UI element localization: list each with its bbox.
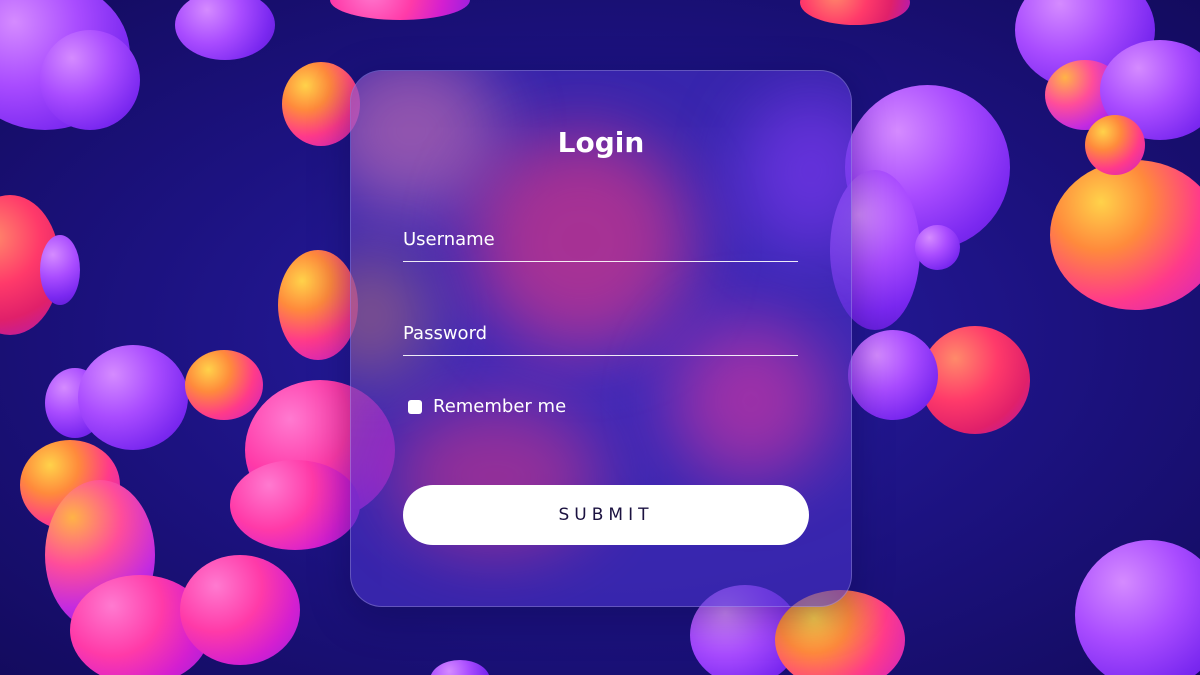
background-blob bbox=[800, 0, 910, 25]
username-field-wrapper bbox=[403, 217, 798, 262]
background-blob bbox=[330, 0, 470, 20]
background-blob bbox=[848, 330, 938, 420]
login-form: Login Remember me SUBMIT bbox=[351, 71, 851, 606]
background-blob bbox=[180, 555, 300, 665]
background-blob bbox=[915, 225, 960, 270]
background-blob bbox=[175, 0, 275, 60]
login-title: Login bbox=[557, 126, 645, 159]
remember-me-row[interactable]: Remember me bbox=[408, 396, 566, 417]
remember-me-label: Remember me bbox=[433, 396, 567, 417]
username-input[interactable] bbox=[403, 217, 798, 261]
background-blob bbox=[1075, 540, 1200, 675]
background-blob bbox=[40, 235, 80, 305]
login-card: Login Remember me SUBMIT bbox=[350, 70, 852, 607]
background-blob bbox=[78, 345, 188, 450]
background-blob bbox=[282, 62, 360, 146]
background-blob bbox=[278, 250, 358, 360]
background-blob bbox=[1085, 115, 1145, 175]
background-blob bbox=[1050, 160, 1200, 310]
password-input[interactable] bbox=[403, 311, 798, 355]
remember-me-checkbox[interactable] bbox=[408, 399, 422, 414]
background-blob bbox=[430, 660, 490, 675]
background-blob bbox=[230, 460, 360, 550]
submit-button[interactable]: SUBMIT bbox=[403, 485, 809, 545]
background-blob bbox=[40, 30, 140, 130]
password-field-wrapper bbox=[403, 311, 798, 356]
background-blob bbox=[185, 350, 263, 420]
